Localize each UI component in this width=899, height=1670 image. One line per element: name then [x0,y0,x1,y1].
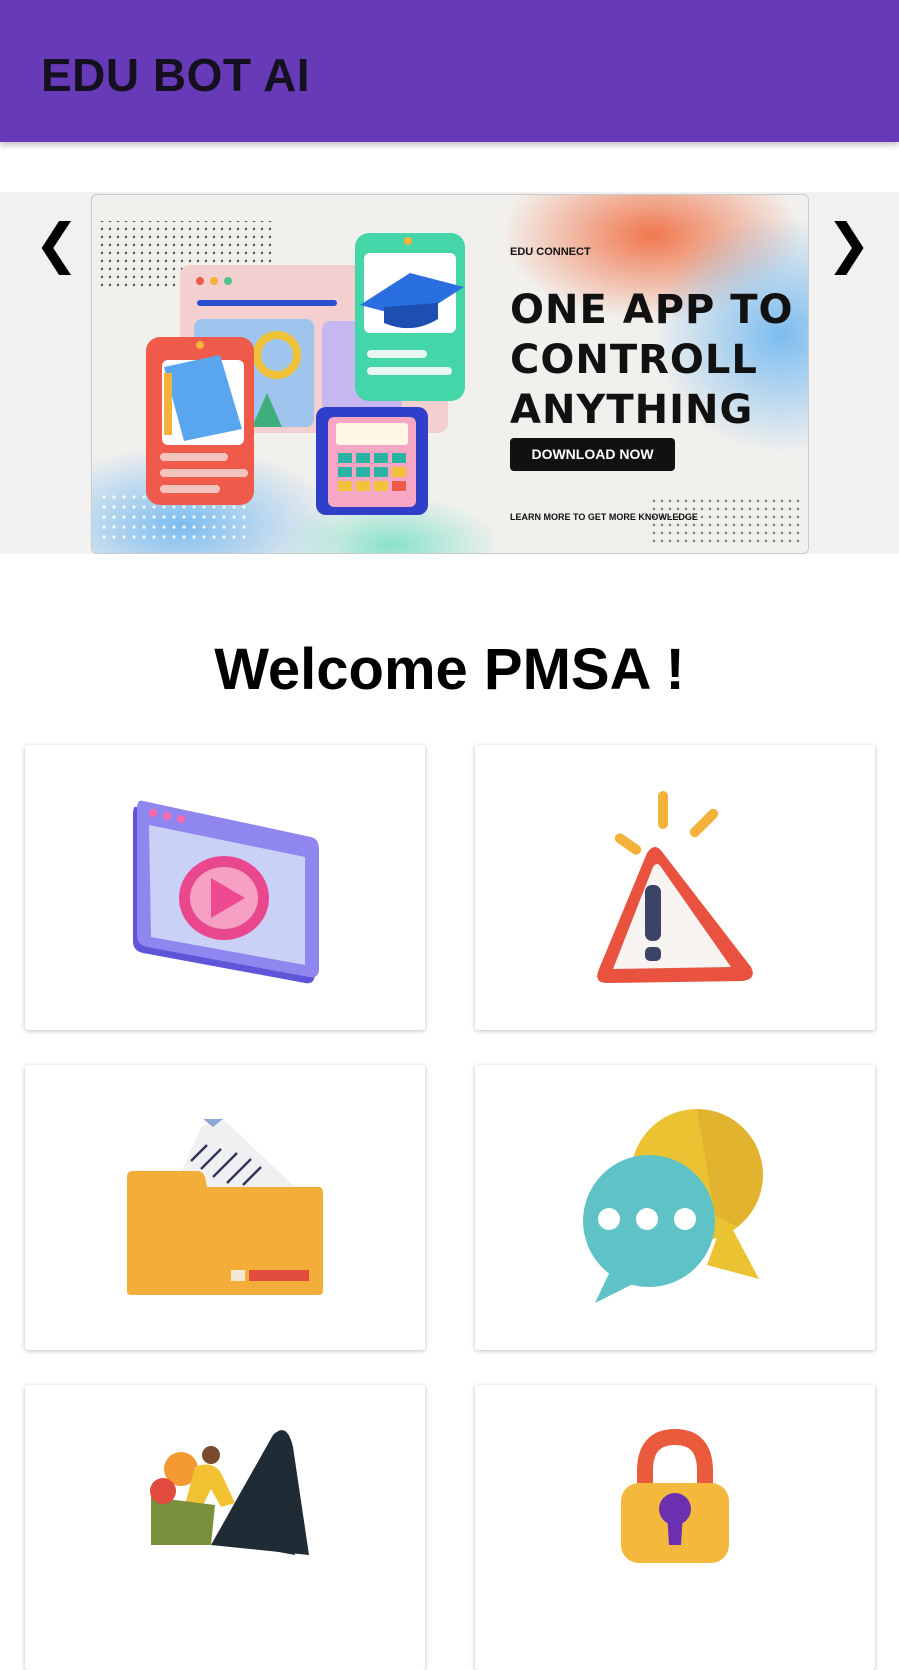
video-player-icon [133,800,319,984]
climbing-person-icon [150,1430,309,1555]
menu-card-video[interactable] [25,745,425,1030]
banner-headline: ONE APP TO CONTROLL ANYTHING [510,287,794,433]
menu-card-alert[interactable] [475,745,875,1030]
download-now-button[interactable]: DOWNLOAD NOW [510,438,675,471]
menu-card-chat[interactable] [475,1065,875,1350]
folder-icon [127,1117,323,1295]
padlock-icon [621,1428,729,1563]
promo-banner[interactable]: EDU CONNECT ONE APP TO CONTROLL ANYTHING… [91,194,809,554]
menu-card-files[interactable] [25,1065,425,1350]
banner-footer-text: LEARN MORE TO GET MORE KNOWLEDGE [510,512,698,522]
menu-card-motivation[interactable] [25,1385,425,1670]
warning-icon [597,791,753,983]
menu-card-security[interactable] [475,1385,875,1670]
banner-tag: EDU CONNECT [510,246,591,258]
app-title: EDU BOT AI [41,49,311,101]
app-bar: EDU BOT AI [0,0,899,142]
banner-carousel[interactable]: ❮ ❯ EDU CONNECT ONE APP TO CONTROLL ANYT… [0,192,899,554]
carousel-next-button[interactable]: ❯ [826,212,871,275]
carousel-prev-button[interactable]: ❮ [34,212,79,275]
chat-bubbles-icon [583,1109,763,1303]
welcome-heading: Welcome PMSA ! [214,637,685,702]
